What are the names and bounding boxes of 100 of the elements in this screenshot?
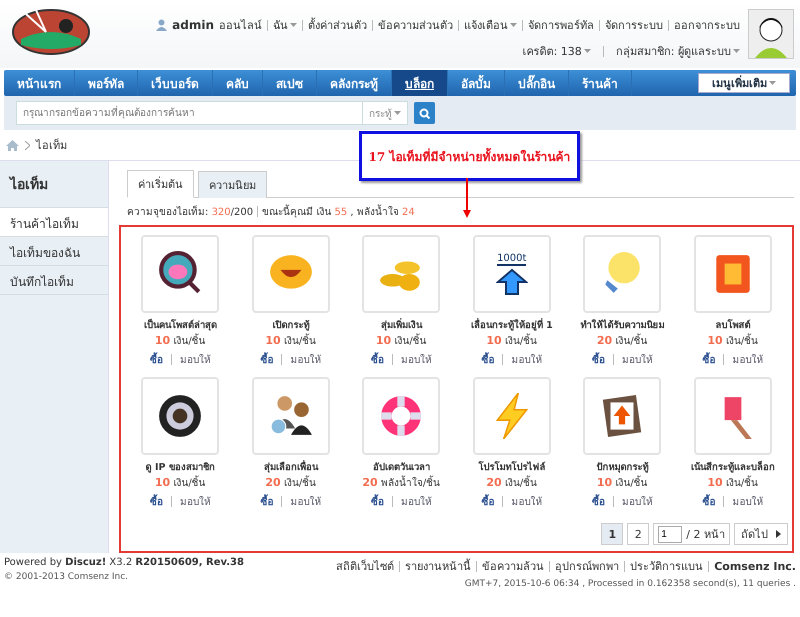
item-thumbnail[interactable]: [694, 235, 772, 313]
give-link[interactable]: มอบให้: [511, 352, 542, 367]
header-stat[interactable]: กลุ่มสมาชิก: ผู้ดูแลระบบ: [616, 42, 740, 60]
item-thumbnail[interactable]: 1000t: [472, 235, 551, 313]
item-price: 10 เงิน/ชิ้น: [265, 333, 316, 348]
item-thumbnail[interactable]: [694, 377, 772, 455]
search-scope-dropdown[interactable]: กระทู้: [363, 101, 408, 125]
give-link[interactable]: มอบให้: [622, 352, 653, 367]
buy-link[interactable]: ซื้อ: [260, 352, 274, 367]
item-thumbnail[interactable]: [472, 377, 551, 455]
caret-icon: [290, 23, 297, 27]
footer-link[interactable]: อุปกรณ์พกพา: [555, 557, 620, 575]
item-thumbnail[interactable]: [583, 235, 662, 313]
page-total: / 2 หน้า: [686, 527, 725, 543]
item-name: ทำให้ได้รับความนิยม: [580, 318, 664, 332]
give-link[interactable]: มอบให้: [732, 494, 764, 509]
buy-link[interactable]: ซื้อ: [702, 494, 716, 509]
online-status: ออนไลน์: [219, 18, 262, 34]
give-link[interactable]: มอบให้: [622, 494, 653, 509]
caret-icon: [769, 81, 776, 85]
footer-link[interactable]: ประวัติการแบน: [630, 557, 704, 575]
nav-item[interactable]: บล็อก: [392, 70, 448, 96]
item-thumbnail[interactable]: [141, 377, 220, 455]
play-icon: [776, 530, 781, 538]
item-name: สุ่มเลือกเพื่อน: [264, 459, 318, 474]
give-link[interactable]: มอบให้: [400, 352, 432, 367]
page-link[interactable]: 1: [601, 523, 624, 545]
item-price: 20 เงิน/ชิ้น: [486, 475, 538, 490]
chevron-icon: [25, 140, 30, 150]
buy-link[interactable]: ซื้อ: [592, 352, 605, 367]
header-link[interactable]: จัดการระบบ: [605, 16, 663, 34]
footer-link[interactable]: รายงานหน้านี้: [405, 557, 472, 575]
header-stat[interactable]: เครดิต: 138: [522, 42, 591, 60]
item-price: 20 พลังน้ำใจ/ชิ้น: [362, 475, 440, 490]
buy-link[interactable]: ซื้อ: [150, 352, 163, 367]
next-page-button[interactable]: ถัดไป: [734, 523, 788, 545]
item-thumbnail[interactable]: [252, 235, 330, 313]
sidebar-item[interactable]: บันทึกไอเท็ม: [0, 266, 108, 295]
caret-icon: [733, 49, 740, 53]
header-link[interactable]: ฉัน: [273, 16, 297, 34]
item-price: 10 เงิน/ชิ้น: [486, 333, 538, 348]
item-name: ดู IP ของสมาชิก: [146, 461, 215, 474]
give-link[interactable]: มอบให้: [290, 352, 322, 367]
search-field[interactable]: กรุณากรอกข้อความที่คุณต้องการค้นหา: [16, 101, 363, 125]
item-price: 10 เงิน/ชิ้น: [707, 475, 758, 490]
footer-link[interactable]: สถิติเว็บไซต์: [336, 557, 394, 575]
buy-link[interactable]: ซื้อ: [150, 494, 163, 509]
footer-info: GMT+7, 2015-10-6 06:34 , Processed in 0.162358 second(s), 11 queries .: [464, 579, 796, 589]
give-link[interactable]: มอบให้: [180, 494, 211, 509]
avatar-silhouette[interactable]: [748, 9, 794, 59]
give-link[interactable]: มอบให้: [400, 494, 432, 509]
tab[interactable]: ค่าเริ่มต้น: [127, 170, 194, 198]
item-thumbnail[interactable]: [141, 235, 220, 313]
give-link[interactable]: มอบให้: [511, 494, 542, 509]
item-thumbnail[interactable]: [362, 235, 440, 313]
item-thumbnail[interactable]: [362, 377, 440, 455]
item-thumbnail[interactable]: [583, 377, 662, 455]
annotation-callout: 17 ไอเท็มที่มีจำหน่ายทั้งหมดในร้านค้า: [359, 131, 580, 181]
buy-link[interactable]: ซื้อ: [592, 494, 605, 509]
page-input[interactable]: 1: [658, 526, 682, 542]
breadcrumb-link[interactable]: ไอเท็ม: [36, 136, 67, 154]
header-link[interactable]: แจ้งเตือน: [464, 16, 517, 34]
item-name: เปิดกระทู้: [272, 319, 310, 332]
footer-link[interactable]: ข้อความล้วน: [482, 557, 544, 575]
more-menu-button[interactable]: เมนูเพิ่มเติม: [698, 73, 790, 93]
item-name: ปักหมุดกระทู้: [596, 461, 648, 474]
sidebar-item[interactable]: ไอเท็มของฉัน: [0, 237, 108, 266]
header-link[interactable]: จัดการพอร์ทัล: [528, 16, 594, 34]
buy-link[interactable]: ซื้อ: [702, 352, 716, 367]
tab[interactable]: ความนิยม: [198, 171, 267, 198]
item-price: 10 เงิน/ชิ้น: [707, 333, 758, 348]
search-icon: [419, 108, 430, 118]
buy-link[interactable]: ซื้อ: [370, 494, 384, 509]
item-icon: [496, 268, 528, 296]
search-button[interactable]: [414, 102, 435, 124]
item-price: 20 เงิน/ชิ้น: [596, 333, 648, 348]
header-link[interactable]: ออกจากระบบ: [674, 16, 740, 34]
sidebar-item[interactable]: ร้านค้าไอเท็ม: [0, 208, 108, 237]
item-name: เน้นสีกระทู้และบล็อก: [690, 460, 775, 474]
caret-icon: [510, 23, 517, 27]
item-price: 10 เงิน/ชิ้น: [154, 475, 206, 490]
give-link[interactable]: มอบให้: [290, 494, 322, 509]
item-thumbnail[interactable]: [252, 377, 330, 455]
give-link[interactable]: มอบให้: [732, 352, 764, 367]
home-icon[interactable]: [6, 140, 19, 150]
company-link[interactable]: Comsenz Inc.: [714, 560, 796, 572]
give-link[interactable]: มอบให้: [180, 352, 211, 367]
buy-link[interactable]: ซื้อ: [481, 352, 494, 367]
buy-link[interactable]: ซื้อ: [370, 352, 384, 367]
powered-by-text: Powered by Discuz! X3.2 R20150609, Rev.38: [4, 557, 244, 568]
caret-icon: [394, 111, 401, 115]
header-link[interactable]: ข้อความส่วนตัว: [378, 16, 453, 34]
buy-link[interactable]: ซื้อ: [481, 494, 494, 509]
username-link[interactable]: admin: [172, 18, 214, 32]
page-link[interactable]: 2: [627, 523, 650, 545]
buy-link[interactable]: ซื้อ: [260, 494, 274, 509]
caret-icon: [584, 49, 591, 53]
header-link[interactable]: ตั้งค่าส่วนตัว: [308, 16, 367, 34]
item-name: สุ่มเพิ่มเงิน: [380, 317, 422, 332]
item-name: โปรโมทโปรไฟล์: [478, 460, 546, 474]
